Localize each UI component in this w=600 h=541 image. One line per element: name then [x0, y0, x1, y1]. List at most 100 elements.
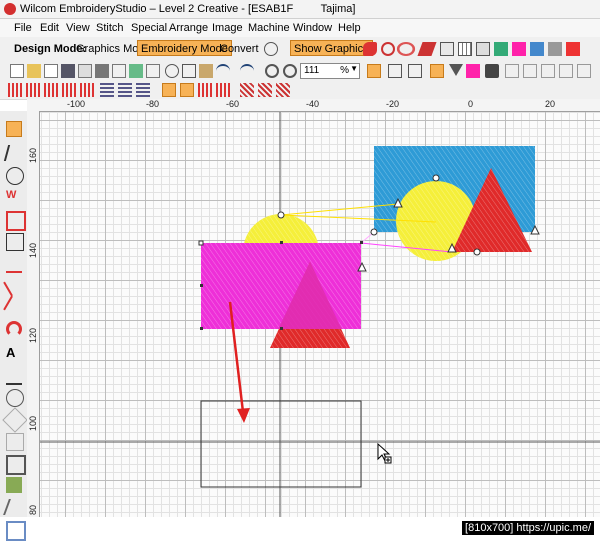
show-graphics-button[interactable]: Show Graphics: [290, 40, 373, 56]
new-file-icon[interactable]: [10, 64, 24, 78]
text-icon[interactable]: A: [6, 345, 22, 361]
arc-icon[interactable]: [6, 321, 22, 337]
fill-b-icon[interactable]: [118, 83, 132, 97]
active-stitch-icon[interactable]: [162, 83, 176, 97]
stitch-j-icon[interactable]: [276, 83, 290, 97]
menu-bar: File Edit View Stitch Special Arrange Im…: [0, 19, 600, 37]
paste-icon[interactable]: [199, 64, 213, 78]
menu-stitch[interactable]: Stitch: [96, 22, 124, 34]
align-center-icon[interactable]: [523, 64, 537, 78]
stitch-g-icon[interactable]: [216, 83, 230, 97]
fill-stitch-icon[interactable]: [396, 42, 416, 56]
undo-icon[interactable]: [216, 64, 230, 78]
photo-icon[interactable]: [6, 477, 22, 493]
open-folder-icon[interactable]: [27, 64, 41, 78]
funnel-icon[interactable]: [449, 64, 463, 76]
grid-icon[interactable]: [458, 42, 472, 56]
applique-icon[interactable]: [6, 211, 26, 231]
stitch-h-icon[interactable]: [240, 83, 254, 97]
hoop-icon[interactable]: [494, 42, 508, 56]
ruler-label: 100: [28, 415, 38, 431]
stitch-c-icon[interactable]: [44, 83, 58, 97]
stitch-color-icon[interactable]: [466, 64, 480, 78]
active-fill-icon[interactable]: [180, 83, 194, 97]
people-icon[interactable]: [6, 367, 22, 385]
stop-icon[interactable]: [566, 42, 580, 56]
stitch-e-icon[interactable]: [80, 83, 94, 97]
fill-c-icon[interactable]: [136, 83, 150, 97]
print-preview-icon[interactable]: [78, 64, 92, 78]
group-icon[interactable]: [577, 64, 591, 78]
circle-tool-icon[interactable]: [6, 389, 24, 407]
run-icon[interactable]: [6, 255, 22, 273]
grid-tool-icon[interactable]: [6, 433, 24, 451]
ruler-label: 0: [468, 99, 474, 109]
table-icon[interactable]: [476, 42, 490, 56]
satin-stitch-icon[interactable]: [363, 42, 377, 56]
menu-machine[interactable]: Machine: [248, 22, 290, 34]
pen-icon[interactable]: [3, 145, 27, 161]
ruler-label: -100: [67, 99, 86, 109]
zoom-value: 111: [304, 65, 320, 76]
monogram-icon[interactable]: W: [6, 189, 22, 205]
distribute-icon[interactable]: [559, 64, 573, 78]
menu-edit[interactable]: Edit: [40, 22, 59, 34]
outline-stitch-icon[interactable]: [381, 42, 395, 56]
mode-toolbar: Design Mode: Graphics Mode Embroidery Mo…: [0, 37, 600, 62]
measure-icon[interactable]: [6, 521, 26, 541]
color-icon[interactable]: [512, 42, 526, 56]
copy-icon[interactable]: [182, 64, 196, 78]
digitize-icon[interactable]: [6, 233, 24, 251]
reshape-tool-icon[interactable]: [6, 167, 24, 185]
line-icon[interactable]: [3, 273, 27, 297]
pattern-stitch-icon[interactable]: [417, 42, 437, 56]
align-right-icon[interactable]: [541, 64, 555, 78]
stitch-b-icon[interactable]: [26, 83, 40, 97]
zoom-combobox[interactable]: 111 % ▼: [300, 63, 360, 79]
globe-icon[interactable]: [264, 42, 278, 56]
frame-tool-icon[interactable]: [6, 455, 26, 475]
cut-icon[interactable]: [165, 64, 179, 78]
ruler-label: 20: [545, 99, 556, 109]
image-icon[interactable]: [530, 42, 544, 56]
redo-icon[interactable]: [240, 64, 254, 78]
select-arrow-icon[interactable]: [6, 121, 22, 137]
checkbox-icon[interactable]: [408, 64, 422, 78]
zoom-out-icon[interactable]: [283, 64, 297, 78]
realistic-view-icon[interactable]: [548, 42, 562, 56]
settings-icon[interactable]: [146, 64, 160, 78]
frame-icon[interactable]: [388, 64, 402, 78]
stitch-type-icon[interactable]: [440, 42, 454, 56]
stitch-a-icon[interactable]: [8, 83, 22, 97]
menu-file[interactable]: File: [14, 22, 32, 34]
ruler-label: -40: [306, 99, 320, 109]
design-artwork: [40, 112, 600, 517]
menu-help[interactable]: Help: [338, 22, 361, 34]
fill-a-icon[interactable]: [100, 83, 114, 97]
print-icon[interactable]: [95, 64, 109, 78]
curve-icon[interactable]: [3, 295, 27, 319]
menu-special[interactable]: Special: [131, 22, 167, 34]
save-icon[interactable]: [61, 64, 75, 78]
design-canvas[interactable]: [40, 112, 600, 517]
convert-button[interactable]: Convert: [216, 40, 263, 56]
diamond-tool-icon[interactable]: [2, 407, 28, 433]
export-icon[interactable]: [112, 64, 126, 78]
menu-window[interactable]: Window: [293, 22, 332, 34]
ruler-label: 120: [28, 327, 38, 343]
reshape-icon[interactable]: [430, 64, 444, 78]
stitch-f-icon[interactable]: [198, 83, 212, 97]
send-to-machine-icon[interactable]: [129, 64, 143, 78]
zoom-in-icon[interactable]: [265, 64, 279, 78]
stitch-d-icon[interactable]: [62, 83, 76, 97]
menu-arrange[interactable]: Arrange: [169, 22, 208, 34]
new-from-template-icon[interactable]: [44, 64, 58, 78]
menu-image[interactable]: Image: [212, 22, 243, 34]
chevron-down-icon[interactable]: ▼: [350, 64, 358, 73]
lines-icon[interactable]: [3, 499, 27, 515]
lock-icon[interactable]: [485, 64, 499, 78]
stitch-i-icon[interactable]: [258, 83, 272, 97]
menu-view[interactable]: View: [66, 22, 90, 34]
align-left-icon[interactable]: [505, 64, 519, 78]
select-tool-icon[interactable]: [367, 64, 381, 78]
